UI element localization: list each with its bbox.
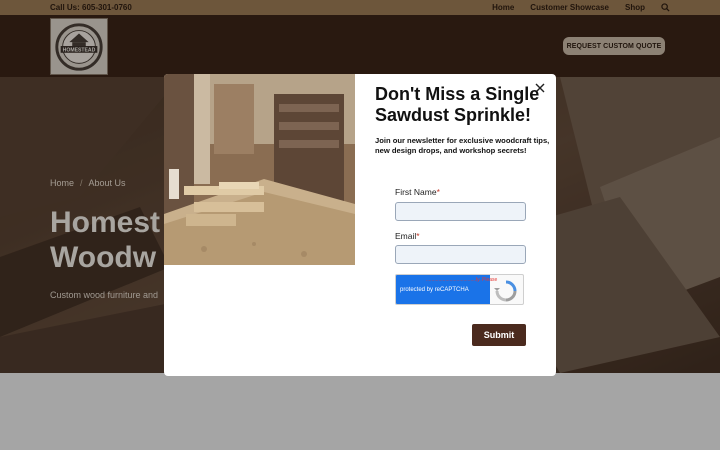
first-name-input[interactable] bbox=[395, 202, 526, 221]
workshop-image bbox=[164, 74, 355, 265]
recaptcha-protected-text: protected by reCAPTCHA bbox=[400, 287, 469, 293]
newsletter-modal: Don't Miss a Single Sawdust Sprinkle! Jo… bbox=[164, 74, 556, 376]
email-input[interactable] bbox=[395, 245, 526, 264]
recaptcha-logo-icon bbox=[494, 280, 517, 302]
email-label: Email* bbox=[395, 231, 420, 241]
required-mark: * bbox=[436, 187, 440, 197]
recaptcha-widget[interactable]: ....................................ly. … bbox=[395, 274, 524, 305]
modal-description: Join our newsletter for exclusive woodcr… bbox=[375, 136, 550, 155]
first-name-label-text: First Name bbox=[395, 187, 437, 197]
email-label-text: Email bbox=[395, 231, 417, 241]
required-mark: * bbox=[416, 231, 420, 241]
submit-button[interactable]: Submit bbox=[472, 324, 526, 346]
modal-title: Don't Miss a Single Sawdust Sprinkle! bbox=[375, 84, 540, 125]
first-name-label: First Name* bbox=[395, 187, 440, 197]
